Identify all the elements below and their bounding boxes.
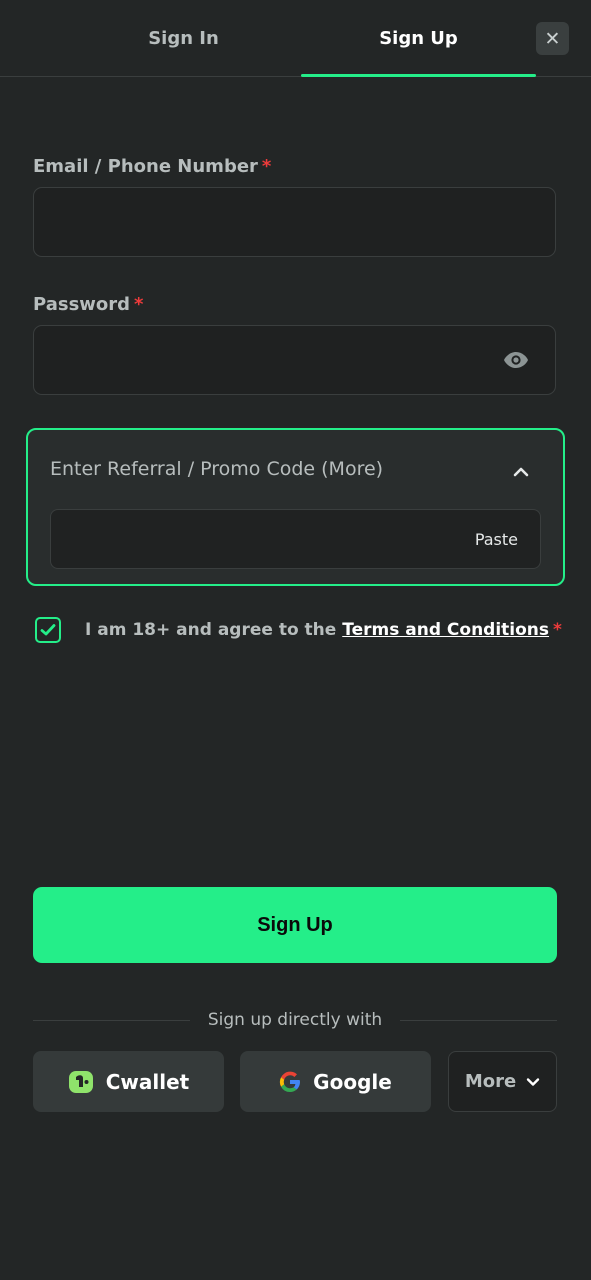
password-field[interactable] (33, 325, 556, 395)
agree-label: I am 18+ and agree to the (85, 620, 337, 640)
sign-up-button[interactable]: Sign Up (33, 887, 557, 963)
check-icon (40, 624, 56, 636)
promo-code-toggle[interactable]: Enter Referral / Promo Code (More) (50, 458, 383, 480)
close-icon: ✕ (544, 27, 561, 50)
google-button[interactable]: Google (240, 1051, 431, 1112)
divider-line (33, 1019, 190, 1021)
paste-button[interactable]: Paste (475, 530, 518, 549)
password-input[interactable] (34, 326, 555, 394)
promo-code-panel: Enter Referral / Promo Code (More) Paste (26, 428, 565, 586)
google-label: Google (313, 1069, 392, 1094)
promo-code-field[interactable]: Paste (50, 509, 541, 569)
terms-link[interactable]: Terms and Conditions (342, 620, 549, 640)
social-divider: Sign up directly with (33, 1008, 557, 1032)
email-field[interactable] (33, 187, 556, 257)
password-label: Password * (33, 294, 143, 315)
more-label: More (464, 1071, 517, 1092)
auth-tabs: Sign In Sign Up (0, 0, 591, 77)
required-mark: * (134, 294, 144, 315)
close-button[interactable]: ✕ (536, 22, 569, 55)
required-mark: * (261, 156, 272, 177)
cwallet-button[interactable]: Cwallet (33, 1051, 224, 1112)
terms-agreement: I am 18+ and agree to the Terms and Cond… (35, 617, 562, 643)
agree-text: I am 18+ and agree to the Terms and Cond… (85, 620, 562, 640)
google-icon (280, 1071, 301, 1092)
agree-checkbox[interactable] (35, 617, 61, 643)
more-button[interactable]: More (448, 1051, 557, 1112)
chevron-down-icon (526, 1077, 540, 1086)
required-mark: * (553, 620, 562, 640)
cwallet-icon (68, 1070, 93, 1093)
email-label: Email / Phone Number * (33, 156, 271, 177)
email-label-text: Email / Phone Number (33, 156, 258, 177)
tab-sign-in[interactable]: Sign In (66, 0, 301, 76)
password-label-text: Password (33, 294, 131, 315)
divider-line (400, 1019, 557, 1021)
cwallet-label: Cwallet (105, 1069, 190, 1094)
chevron-up-icon[interactable] (513, 464, 529, 480)
eye-icon[interactable] (503, 350, 529, 370)
email-input[interactable] (34, 188, 555, 256)
tab-sign-up[interactable]: Sign Up (301, 0, 536, 77)
divider-text: Sign up directly with (207, 1010, 383, 1030)
